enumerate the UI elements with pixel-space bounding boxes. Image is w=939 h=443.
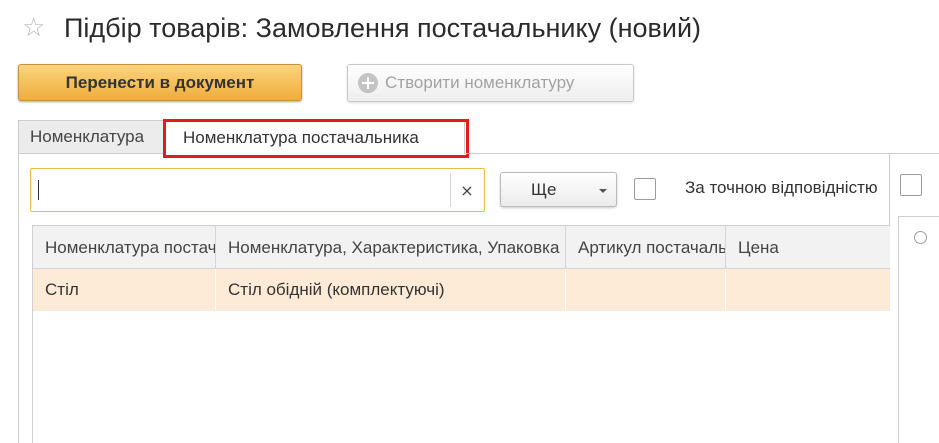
panel-border-left (18, 153, 19, 443)
column-header-supplier-nomenclature[interactable]: Номенклатура постачальника (33, 226, 216, 269)
column-header-price[interactable]: Цена (726, 226, 890, 269)
tab-highlight-frame (163, 119, 469, 158)
text-caret (38, 180, 39, 200)
side-panel-radio[interactable] (914, 231, 927, 244)
supplier-nomenclature-table: Номенклатура постачальника Номенклатура,… (32, 225, 890, 443)
tabs-divider (465, 153, 939, 154)
star-outline-icon[interactable]: ☆ (22, 15, 52, 41)
exact-match-checkbox[interactable] (634, 178, 656, 200)
exact-match-label: За точною відповідністю (685, 178, 878, 197)
cell-nomenclature[interactable]: Стіл обідній (комплектуючі) (216, 269, 566, 311)
chevron-down-icon (599, 189, 607, 193)
plus-circle-icon (358, 73, 378, 93)
column-header-article[interactable]: Артикул постачальника (566, 226, 726, 269)
create-nomenclature-button[interactable]: Створити номенклатуру (347, 64, 634, 102)
page-title: Підбір товарів: Замовлення постачальнику… (64, 12, 702, 43)
side-panel (898, 216, 939, 443)
tab-nomenclature[interactable]: Номенклатура (18, 120, 165, 154)
table-header: Номенклатура постачальника Номенклатура,… (33, 226, 890, 269)
transfer-to-document-button[interactable]: Перенести в документ (18, 64, 302, 101)
cell-article[interactable] (566, 269, 726, 311)
clear-icon[interactable]: × (451, 172, 483, 208)
more-button[interactable]: Ще (500, 172, 617, 207)
title-row: ☆ Підбір товарів: Замовлення постачальни… (22, 8, 701, 48)
more-label: Ще (531, 179, 557, 199)
column-header-nomenclature[interactable]: Номенклатура, Характеристика, Упаковка (216, 226, 566, 269)
search-input[interactable]: × (30, 168, 485, 212)
cell-price[interactable] (726, 269, 890, 311)
create-nomenclature-label: Створити номенклатуру (385, 73, 575, 92)
cell-supplier-nomenclature[interactable]: Стіл (33, 269, 216, 311)
table-row[interactable]: Стіл Стіл обідній (комплектуючі) (33, 269, 890, 311)
side-panel-checkbox[interactable] (900, 174, 922, 196)
